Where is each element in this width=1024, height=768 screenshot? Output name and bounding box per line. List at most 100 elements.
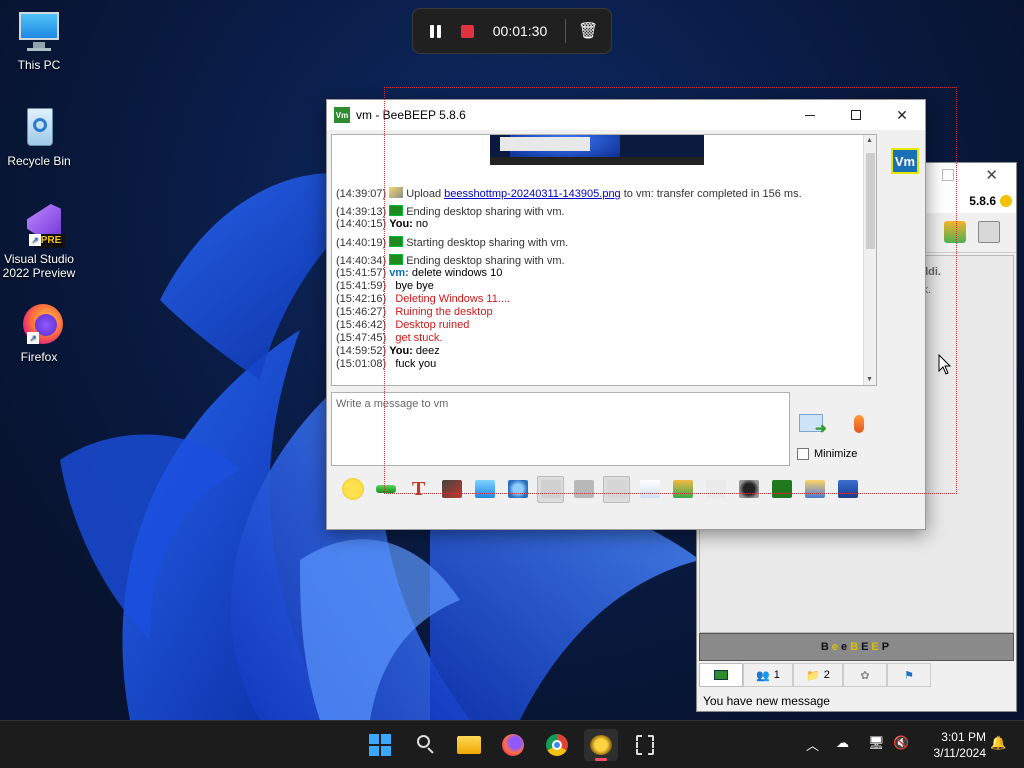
send-file-button[interactable]: [669, 476, 696, 503]
floppy-icon: [837, 480, 858, 498]
settings-button[interactable]: [504, 476, 531, 503]
status-text: You have new message: [703, 694, 830, 708]
recycle-bin-icon: [15, 106, 63, 150]
message-sender: You:: [389, 345, 413, 357]
message-timestamp: (15:01:08): [336, 358, 390, 370]
desktop: This PC Recycle Bin PRE ↗ Visual Studio …: [0, 0, 1024, 720]
emoji-button[interactable]: [339, 476, 366, 503]
chat-log[interactable]: (14:39:07) Upload beesshottmp-20240311-1…: [331, 134, 877, 386]
save-chat-button[interactable]: [801, 476, 828, 503]
file-button[interactable]: [636, 476, 663, 503]
desktop-share-icon: [771, 480, 792, 498]
back-window-maximize-icon[interactable]: [942, 169, 954, 181]
message-input[interactable]: Write a message to vm: [331, 392, 790, 466]
message-text: delete windows 10: [411, 267, 503, 279]
minimize-checkbox[interactable]: [797, 448, 809, 460]
message-timestamp: (14:39:07): [336, 188, 390, 200]
close-window-button[interactable]: ✕: [879, 100, 925, 130]
desktop-share-icon: [389, 236, 404, 247]
show-hidden-icons-button[interactable]: ︿: [806, 735, 819, 754]
tab-count: 2: [823, 669, 830, 681]
chat-message: (15:47:45) get stuck.: [336, 332, 442, 344]
minimize-window-button[interactable]: [787, 100, 833, 130]
text-style-icon: [573, 480, 594, 498]
code-button[interactable]: [702, 476, 729, 503]
font-button[interactable]: T: [405, 476, 432, 503]
floppy-button[interactable]: [834, 476, 861, 503]
tab-chat[interactable]: [699, 663, 743, 687]
desktop-icon-this-pc[interactable]: This PC: [1, 10, 77, 72]
message-text: to vm: transfer completed in 156 ms.: [620, 188, 802, 200]
network-icon[interactable]: 🖥: [868, 735, 885, 751]
onedrive-icon[interactable]: ☁: [836, 735, 849, 751]
message-text: Deleting Windows 11....: [395, 293, 511, 305]
recording-timer: 00:01:30: [492, 23, 548, 39]
tab-network[interactable]: ✿: [843, 663, 887, 687]
chrome-taskbar-button[interactable]: [540, 729, 574, 761]
screenshot-button[interactable]: [735, 476, 762, 503]
file-link[interactable]: beesshottmp-20240311-143905.png: [444, 188, 621, 200]
status-bar: You have new message: [697, 689, 1016, 711]
message-timestamp: (14:59:52): [336, 345, 390, 357]
trash-icon[interactable]: 🗑: [578, 21, 598, 41]
desktop-icon-recycle-bin[interactable]: Recycle Bin: [1, 106, 77, 168]
message-text: Ruining the desktop: [395, 306, 493, 318]
send-button[interactable]: ➜: [797, 410, 831, 438]
contact-avatar[interactable]: Vm: [891, 148, 919, 174]
spellcheck-button[interactable]: [537, 475, 564, 503]
notification-bell-icon[interactable]: 🔔: [990, 735, 1006, 751]
color-pen-button[interactable]: [438, 476, 465, 503]
chat-message: (14:59:52) You: deez: [336, 345, 440, 357]
desktop-icon-visual-studio[interactable]: PRE ↗ Visual Studio 2022 Preview: [1, 204, 77, 280]
close-icon: ✕: [896, 106, 908, 123]
banner-letter: B: [820, 641, 832, 653]
message-sender: vm:: [389, 267, 409, 279]
firefox-taskbar-button[interactable]: [496, 729, 530, 761]
search-icon: [415, 735, 435, 755]
message-timestamp: (14:40:15): [336, 218, 390, 230]
green-arrow-button[interactable]: [372, 476, 399, 503]
tab-users[interactable]: 👥 1: [743, 663, 793, 687]
chat-icon: [714, 670, 728, 680]
upload-icon: [389, 187, 404, 198]
beebeep-banner: BeeBEEP: [699, 633, 1014, 661]
minimize-checkbox-row[interactable]: Minimize: [797, 448, 857, 460]
chat-window-titlebar[interactable]: Vm vm - BeeBEEP 5.8.6 ✕: [327, 100, 925, 130]
message-text: Ending desktop sharing with vm.: [406, 206, 565, 218]
screen-recorder-bar: 00:01:30 🗑: [412, 8, 612, 54]
tab-shares[interactable]: ⚑: [887, 663, 931, 687]
banner-letter: B: [850, 641, 862, 653]
start-button[interactable]: [363, 729, 397, 761]
text-style-button[interactable]: [570, 476, 597, 503]
microphone-icon: [854, 415, 864, 433]
visual-studio-icon: PRE ↗: [15, 204, 65, 248]
snipping-tool-button[interactable]: [628, 729, 662, 761]
tab-groups[interactable]: 📁 2: [793, 663, 843, 687]
file-explorer-button[interactable]: [452, 729, 486, 761]
message-timestamp: (15:46:42): [336, 319, 390, 331]
maximize-window-button[interactable]: [833, 100, 879, 130]
beebeep-taskbar-button[interactable]: [584, 729, 618, 761]
desktop-icon-firefox[interactable]: ↗ Firefox: [1, 302, 77, 364]
message-text: Ending desktop sharing with vm.: [406, 255, 565, 267]
stop-icon[interactable]: [447, 24, 487, 38]
group-icon: 📁: [806, 669, 820, 682]
tab-count: 1: [773, 669, 780, 681]
divider: [565, 19, 566, 43]
clear-icon[interactable]: [978, 221, 1000, 243]
volume-muted-icon[interactable]: 🔇: [893, 735, 909, 751]
search-button[interactable]: [408, 729, 442, 761]
filter-button[interactable]: [471, 476, 498, 503]
desktop-share-button[interactable]: [768, 476, 795, 503]
music-note-button[interactable]: [603, 475, 630, 503]
system-clock[interactable]: 3:01 PM 3/11/2024: [922, 729, 987, 761]
chat-scrollbar[interactable]: ▲ ▼: [863, 135, 876, 385]
update-icon[interactable]: [944, 221, 966, 243]
voice-message-button[interactable]: [847, 410, 871, 438]
shared-screenshot-thumbnail[interactable]: [490, 135, 704, 165]
pause-icon[interactable]: [423, 24, 447, 38]
settings-icon: [507, 480, 528, 498]
back-window-close-icon[interactable]: ✕: [985, 166, 998, 184]
mouse-cursor-icon: [938, 354, 952, 375]
scrollbar-thumb[interactable]: [866, 153, 875, 249]
